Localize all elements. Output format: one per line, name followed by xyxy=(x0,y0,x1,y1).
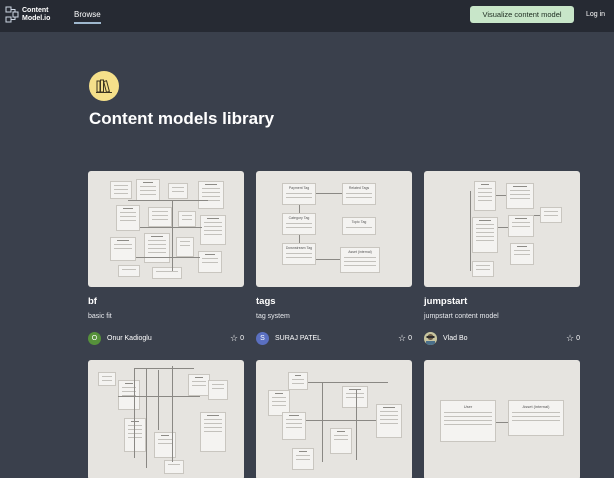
avatar: O xyxy=(88,332,101,345)
model-preview-diagram[interactable] xyxy=(256,360,412,478)
author-name[interactable]: Onur Kadioglu xyxy=(107,335,152,342)
logo-line-1: Content xyxy=(22,7,49,14)
model-title[interactable]: jumpstart xyxy=(424,296,467,307)
star-button[interactable]: ☆ 0 xyxy=(230,334,244,343)
star-count: 0 xyxy=(576,335,580,342)
page-title: Content models library xyxy=(89,109,275,128)
avatar xyxy=(424,332,437,345)
diagram-entity-label: Category Tag xyxy=(288,216,310,220)
author-name[interactable]: SURAJ PATEL xyxy=(275,335,321,342)
diagram-entity-label: Payment Tag xyxy=(288,186,310,190)
star-button[interactable]: ☆ 0 xyxy=(398,334,412,343)
logo[interactable]: Content Model.io xyxy=(5,6,50,24)
model-card[interactable] xyxy=(88,360,244,478)
model-preview-diagram[interactable]: User Asset (internal) xyxy=(424,360,580,478)
model-preview-diagram[interactable] xyxy=(88,360,244,478)
diagram-entity-label: User xyxy=(463,404,473,409)
diagram-entity-label: Asset (internal) xyxy=(522,404,550,409)
author-name[interactable]: Vlad Bo xyxy=(443,335,468,342)
model-description: tag system xyxy=(256,313,290,320)
model-card[interactable]: bf basic fit O Onur Kadioglu ☆ 0 xyxy=(88,171,244,345)
author-row: S SURAJ PATEL ☆ 0 xyxy=(256,331,412,347)
model-description: basic fit xyxy=(88,313,112,320)
logo-line-2: Model.io xyxy=(22,15,51,22)
star-count: 0 xyxy=(240,335,244,342)
model-card[interactable]: jumpstart jumpstart content model Vlad B… xyxy=(424,171,580,345)
login-link[interactable]: Log in xyxy=(586,11,605,18)
model-card[interactable]: Payment Tag Related Tags Category Tag To… xyxy=(256,171,412,345)
avatar: S xyxy=(256,332,269,345)
author-row: O Onur Kadioglu ☆ 0 xyxy=(88,331,244,347)
visualize-content-model-button[interactable]: Visualize content model xyxy=(470,6,574,23)
star-count: 0 xyxy=(408,335,412,342)
model-card[interactable] xyxy=(256,360,412,478)
logo-icon xyxy=(5,6,19,24)
star-icon: ☆ xyxy=(398,333,407,343)
star-button[interactable]: ☆ 0 xyxy=(566,334,580,343)
model-preview-diagram[interactable] xyxy=(424,171,580,287)
model-preview-diagram[interactable] xyxy=(88,171,244,287)
model-card[interactable]: User Asset (internal) xyxy=(424,360,580,478)
diagram-entity-label: Asset (internal) xyxy=(348,250,372,254)
logo-wordmark: Content Model.io xyxy=(22,7,50,23)
model-description: jumpstart content model xyxy=(424,313,499,320)
model-title[interactable]: bf xyxy=(88,296,97,307)
diagram-entity-label: Topic Tag xyxy=(351,220,367,224)
active-tab-indicator xyxy=(74,22,101,24)
nav-browse-link[interactable]: Browse xyxy=(74,10,101,19)
diagram-entity-label: Downstream Tag xyxy=(285,246,313,250)
star-icon: ☆ xyxy=(230,333,239,343)
top-nav: Content Model.io Browse Visualize conten… xyxy=(0,0,614,32)
author-row: Vlad Bo ☆ 0 xyxy=(424,331,580,347)
books-icon xyxy=(89,71,119,101)
diagram-entity-label: Related Tags xyxy=(348,186,370,190)
star-icon: ☆ xyxy=(566,333,575,343)
model-title[interactable]: tags xyxy=(256,296,276,307)
model-preview-diagram[interactable]: Payment Tag Related Tags Category Tag To… xyxy=(256,171,412,287)
